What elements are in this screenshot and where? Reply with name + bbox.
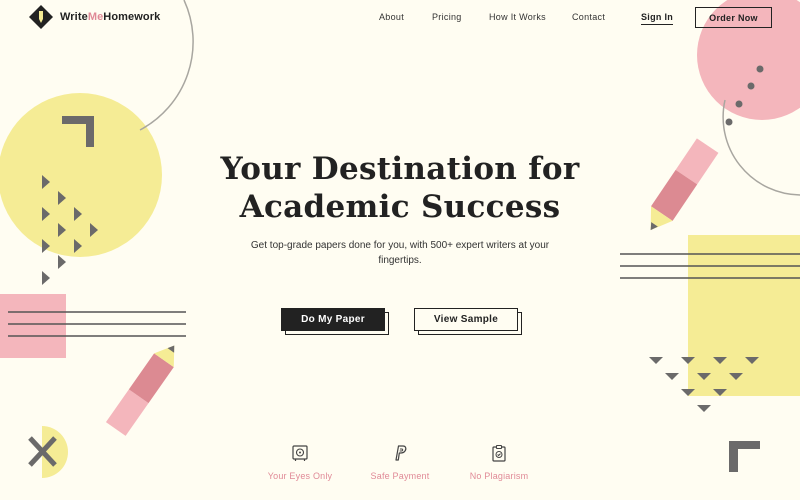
sign-in-link[interactable]: Sign In [641,12,674,25]
nav-about-link[interactable]: About [379,12,404,22]
gray-arc-right [722,99,800,196]
lines-left [8,311,186,337]
clipboard-check-icon [492,444,506,462]
feature-your-eyes-only: Your Eyes Only [250,444,350,481]
feature-label: Safe Payment [370,471,430,481]
pink-rect-left [0,294,66,358]
dots-right [725,65,764,126]
nav-contact-link[interactable]: Contact [572,12,605,22]
lines-right [620,253,800,279]
yellow-half-circle [42,426,68,478]
hero-subtitle: Get top-grade papers done for you, with … [250,240,550,266]
feature-label: No Plagiarism [469,471,529,481]
feature-no-plagiarism: No Plagiarism [449,444,549,481]
order-now-button[interactable]: Order Now [695,7,772,28]
yellow-circle-left [0,93,162,257]
triangle-pattern-left [42,175,98,285]
hero-title-line2: Academic Success [239,189,561,225]
feature-safe-payment: Safe Payment [350,444,450,481]
paypal-icon [395,445,407,461]
bracket-top-left [62,116,94,147]
pencil-left [105,345,175,436]
hero-title-line1: Your Destination for [220,151,580,187]
pencil-right [650,138,719,231]
main-nav: About Pricing How It Works Contact [0,12,800,26]
x-mark [28,436,57,467]
hero-title: Your Destination for Academic Success [150,150,650,226]
view-sample-button[interactable]: View Sample [414,308,518,331]
nav-how-it-works-link[interactable]: How It Works [489,12,546,22]
nav-pricing-link[interactable]: Pricing [432,12,462,22]
bracket-bottom-right [729,441,760,472]
privacy-safe-icon [292,445,308,461]
feature-label: Your Eyes Only [267,471,333,481]
do-my-paper-button[interactable]: Do My Paper [281,308,385,331]
yellow-rect-right [688,235,800,396]
triangle-pattern-right [649,357,759,412]
